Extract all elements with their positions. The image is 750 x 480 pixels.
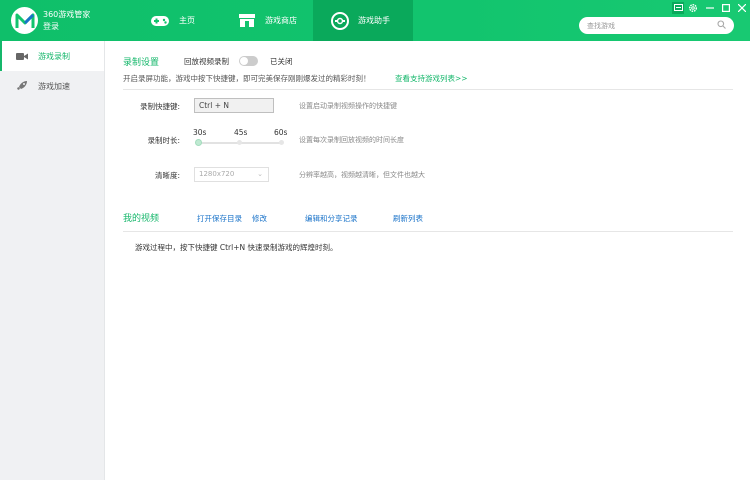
- replay-recording-state: 已关闭: [270, 57, 293, 66]
- nav-home-label: 主页: [179, 16, 195, 25]
- hotkey-label: 录制快捷键:: [139, 102, 180, 111]
- sidebar: 游戏录制 游戏加速: [0, 41, 105, 480]
- duration-tick-30s: 30s: [193, 128, 207, 137]
- chevron-down-icon: ⌄: [257, 170, 263, 178]
- app-logo-icon: [11, 7, 38, 34]
- record-settings-title: 录制设置: [123, 58, 160, 68]
- record-description: 开启录屏功能，游戏中按下快捷键，即可完美保存刚刚爆发过的精彩时刻！: [123, 74, 371, 83]
- app-name: 360游戏管家: [43, 10, 91, 19]
- resolution-value: 1280x720: [199, 170, 235, 178]
- close-icon[interactable]: [736, 2, 748, 14]
- duration-tick-45s: 45s: [234, 128, 248, 137]
- video-camera-icon: [16, 52, 32, 61]
- hotkey-field[interactable]: Ctrl + N: [194, 98, 274, 113]
- empty-videos-message: 游戏过程中，按下快捷键 Ctrl+N 快速录制游戏的辉煌时刻。: [135, 243, 338, 252]
- nav-store-label: 游戏商店: [265, 16, 297, 25]
- supported-games-link[interactable]: 查看支持游戏列表>>: [395, 73, 468, 84]
- sidebar-item-game-boost[interactable]: 游戏加速: [0, 71, 104, 101]
- resolution-label: 清晰度:: [154, 171, 180, 180]
- hotkey-hint: 设置启动录制视频操作的快捷键: [299, 102, 397, 110]
- search-icon[interactable]: [717, 20, 726, 31]
- maximize-icon[interactable]: [720, 2, 732, 14]
- refresh-list-link[interactable]: 刷新列表: [393, 213, 423, 224]
- divider: [123, 89, 733, 90]
- nav-store[interactable]: 游戏商店: [238, 0, 313, 41]
- edit-share-link[interactable]: 编辑和分享记录: [305, 213, 358, 224]
- resolution-hint: 分辨率越高，视频越清晰，但文件也越大: [299, 171, 425, 179]
- login-link[interactable]: 登录: [43, 21, 90, 33]
- disc-icon: [331, 11, 349, 30]
- resolution-select[interactable]: 1280x720 ⌄: [194, 167, 269, 182]
- gear-icon[interactable]: [687, 2, 699, 14]
- gamepad-icon: [150, 14, 170, 28]
- duration-slider-handle[interactable]: [195, 139, 202, 146]
- my-videos-title: 我的视频: [123, 214, 160, 224]
- brand: 360游戏管家 登录: [43, 9, 90, 33]
- store-icon: [238, 13, 256, 28]
- nav-assistant[interactable]: 游戏助手: [313, 0, 413, 41]
- open-folder-link[interactable]: 打开保存目录: [197, 213, 242, 224]
- message-icon[interactable]: [672, 2, 684, 14]
- duration-hint: 设置每次录制回放视频的时间长度: [299, 136, 404, 144]
- duration-tick-60s: 60s: [274, 128, 288, 137]
- slider-stop: [279, 140, 284, 145]
- title-bar: 360游戏管家 登录 主页 游戏商店 游戏助手: [0, 0, 750, 41]
- sidebar-item-label: 游戏加速: [38, 81, 70, 91]
- search-input[interactable]: [587, 21, 717, 30]
- nav-home[interactable]: 主页: [150, 0, 230, 41]
- sidebar-item-label: 游戏录制: [38, 51, 70, 61]
- duration-label: 录制时长:: [147, 136, 180, 145]
- modify-link[interactable]: 修改: [252, 213, 267, 224]
- rocket-icon: [16, 80, 32, 92]
- replay-recording-label: 回放视频录制: [184, 57, 229, 66]
- replay-recording-toggle[interactable]: [239, 56, 258, 66]
- divider: [123, 231, 733, 232]
- sidebar-item-game-recording[interactable]: 游戏录制: [0, 41, 104, 71]
- slider-stop: [237, 140, 242, 145]
- minimize-icon[interactable]: [704, 2, 716, 14]
- nav-assistant-label: 游戏助手: [358, 16, 390, 25]
- search-box[interactable]: [579, 17, 734, 34]
